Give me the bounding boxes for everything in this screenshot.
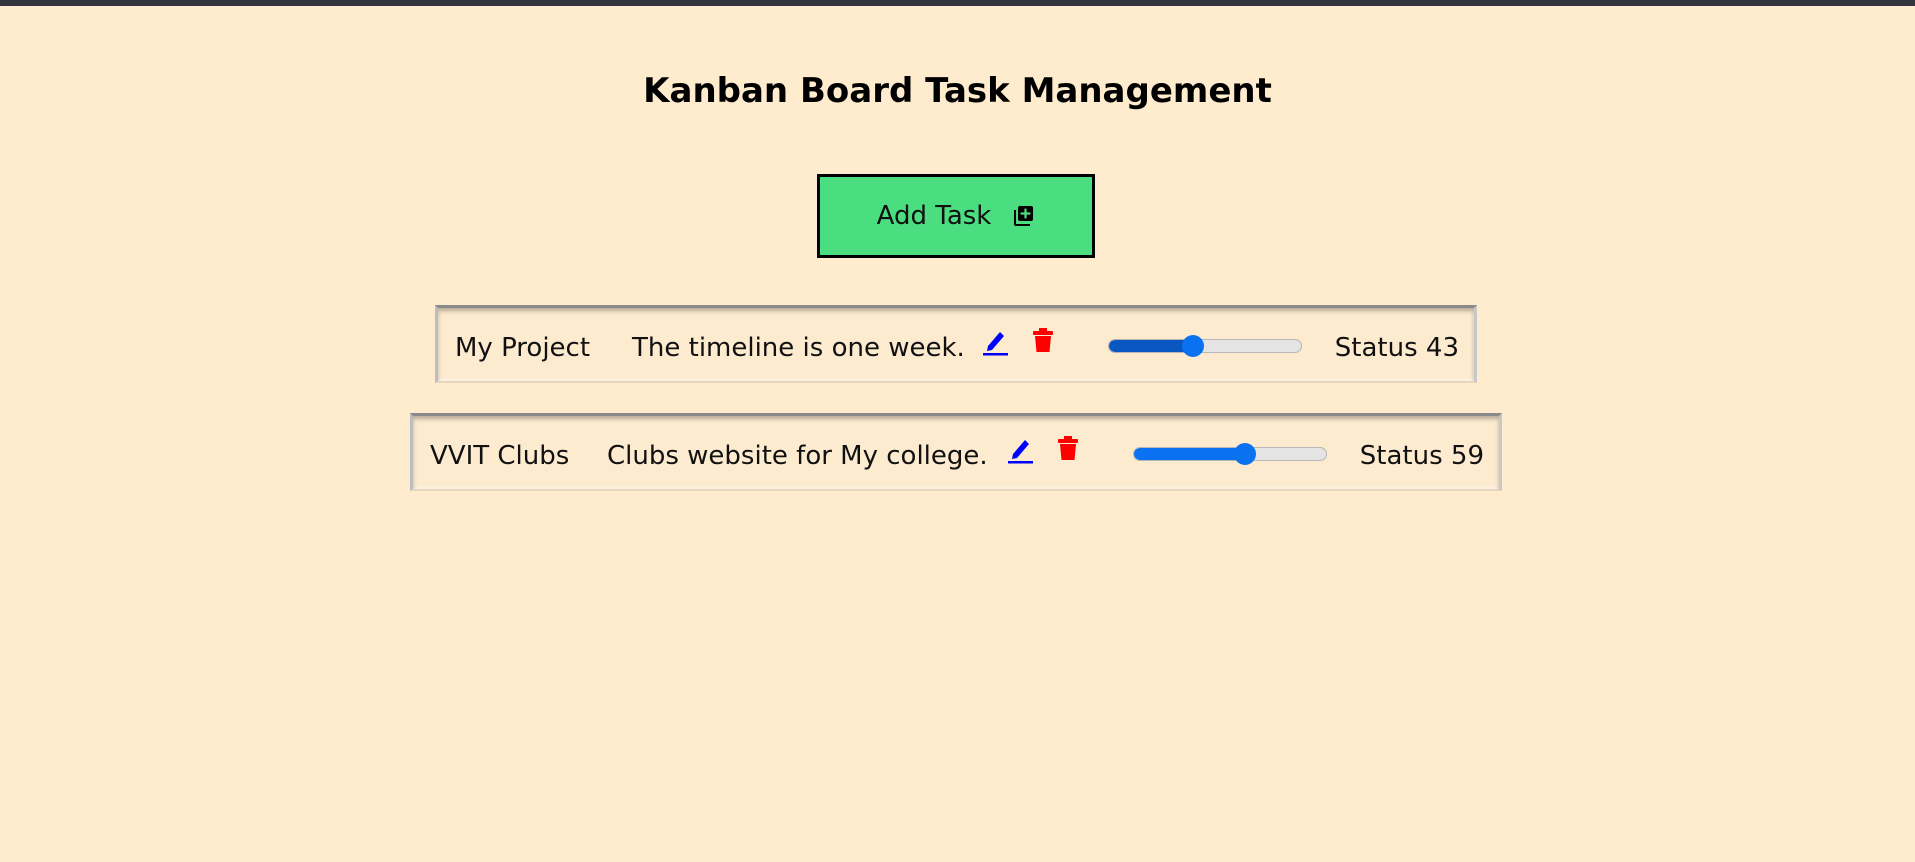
task-description: Clubs website for My college.	[607, 441, 988, 471]
status-label: Status 59	[1359, 441, 1484, 471]
slider-track	[1133, 447, 1327, 461]
task-card: My Project The timeline is one week. Sta…	[435, 305, 1477, 383]
slider-thumb[interactable]	[1234, 443, 1257, 465]
browser-top-bar	[0, 0, 1915, 6]
add-task-label: Add Task	[876, 201, 992, 231]
slider-track	[1108, 339, 1302, 353]
trash-icon[interactable]	[1057, 434, 1079, 462]
status-slider[interactable]	[1108, 332, 1302, 360]
task-title: VVIT Clubs	[430, 441, 570, 471]
status-label: Status 43	[1334, 333, 1459, 363]
slider-thumb[interactable]	[1181, 335, 1204, 357]
page-title: Kanban Board Task Management	[643, 71, 1272, 111]
task-title: My Project	[455, 333, 591, 363]
trash-icon[interactable]	[1032, 326, 1054, 354]
task-card: VVIT Clubs Clubs website for My college.…	[410, 413, 1502, 491]
task-description: The timeline is one week.	[632, 333, 965, 363]
add-box-icon	[1011, 204, 1035, 228]
pencil-icon[interactable]	[1006, 435, 1034, 465]
pencil-icon[interactable]	[981, 327, 1009, 357]
add-task-button[interactable]: Add Task	[817, 174, 1095, 258]
status-slider[interactable]	[1133, 440, 1327, 468]
slider-fill	[1134, 448, 1247, 460]
